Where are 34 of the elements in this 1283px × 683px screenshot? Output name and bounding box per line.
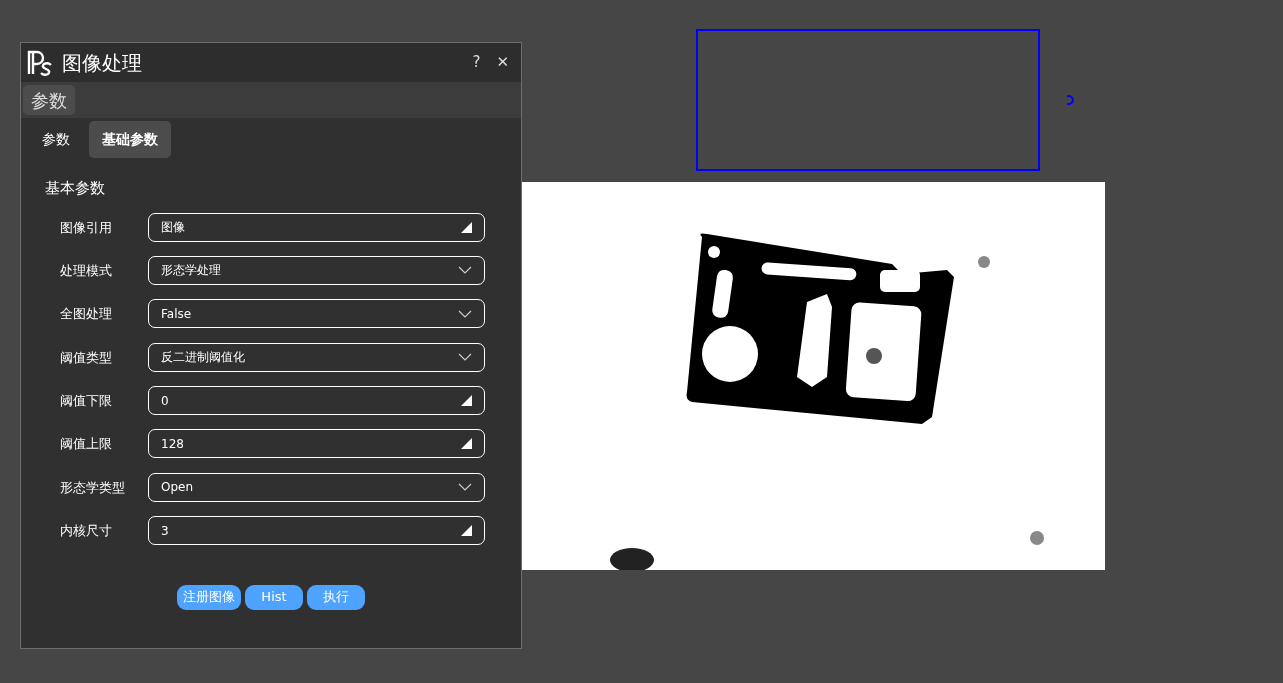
- roi-rectangle[interactable]: [696, 29, 1040, 171]
- spin-field[interactable]: 图像: [148, 212, 485, 242]
- chevron-down-icon: [458, 483, 472, 492]
- field-label: 阈值类型: [60, 348, 113, 367]
- tab[interactable]: 参数: [29, 121, 83, 158]
- section-title: 基本参数: [45, 178, 106, 199]
- rotate-handle-icon[interactable]: [1064, 94, 1076, 106]
- field-label: 内核尺寸: [60, 522, 113, 541]
- resize-corner-icon: [461, 221, 472, 233]
- dropdown-field[interactable]: 形态学处理: [148, 255, 485, 285]
- app-logo-icon: [26, 48, 54, 77]
- window-title: 图像处理: [62, 49, 142, 77]
- field-label: 阈值上限: [60, 435, 113, 454]
- dropdown-field[interactable]: False: [148, 299, 485, 329]
- chevron-down-icon: [458, 266, 472, 275]
- resize-corner-icon: [461, 395, 472, 407]
- field-label: 全图处理: [60, 305, 113, 324]
- spin-field[interactable]: 128: [148, 429, 485, 459]
- field-label: 阈值下限: [60, 392, 113, 411]
- spin-field[interactable]: 3: [148, 516, 485, 546]
- resize-corner-icon: [461, 438, 472, 450]
- spin-field[interactable]: 0: [148, 386, 485, 416]
- chevron-down-icon: [458, 353, 472, 362]
- dropdown-field[interactable]: Open: [148, 472, 485, 502]
- field-label: 图像引用: [60, 218, 113, 237]
- field-label: 处理模式: [60, 261, 113, 280]
- help-button[interactable]: ?: [468, 51, 485, 74]
- chevron-down-icon: [458, 309, 472, 318]
- tab[interactable]: 基础参数: [89, 121, 171, 158]
- group-tab[interactable]: 参数: [23, 85, 75, 115]
- field-label: 形态学类型: [60, 478, 126, 497]
- resize-corner-icon: [461, 525, 472, 537]
- close-button[interactable]: ✕: [492, 51, 513, 74]
- dropdown-field[interactable]: 反二进制阈值化: [148, 342, 485, 372]
